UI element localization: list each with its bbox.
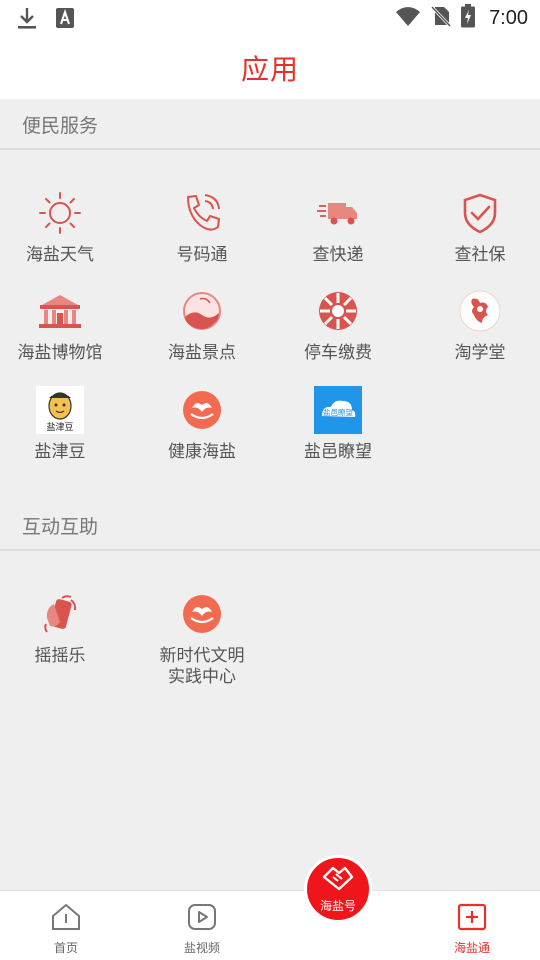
section-header-services: 便民服务 — [0, 99, 540, 150]
battery-charging-icon — [461, 4, 476, 32]
phone-icon — [178, 189, 226, 237]
nav-item-haiyantong[interactable]: 海盐通 — [412, 891, 532, 960]
nav-label: 盐视频 — [183, 941, 220, 955]
app-item-shake[interactable]: 摇摇乐 — [0, 590, 120, 667]
status-time: 7:00 — [489, 6, 528, 29]
plus-box-icon — [457, 903, 487, 935]
app-item-parking[interactable]: 停车缴费 — [278, 287, 398, 364]
app-item-express[interactable]: 查快递 — [278, 189, 398, 266]
app-label: 海盐景点 — [168, 343, 236, 363]
no-sim-icon — [430, 5, 452, 31]
nav-label: 海盐通 — [453, 941, 490, 955]
parking-wheel-icon — [314, 287, 362, 335]
download-icon — [16, 6, 38, 34]
app-item-taoxuetang[interactable]: 淘学堂 — [420, 287, 540, 364]
app-item-museum[interactable]: 海盐博物馆 — [0, 287, 120, 364]
font-a-icon — [56, 8, 74, 32]
app-item-yanjindou[interactable]: 盐津豆 盐津豆 — [0, 386, 120, 463]
app-label: 海盐博物馆 — [17, 343, 103, 363]
app-item-civilization[interactable]: 新时代文明实践中心 — [142, 590, 262, 688]
home-icon — [51, 903, 81, 935]
section-header-interaction: 互动互助 — [0, 500, 540, 551]
app-label: 盐津豆 — [34, 442, 86, 462]
sun-icon — [36, 189, 84, 237]
app-item-health[interactable]: 健康海盐 — [142, 386, 262, 463]
nav-item-video[interactable]: 盐视频 — [142, 891, 262, 960]
app-item-scenic[interactable]: 海盐景点 — [142, 287, 262, 364]
bottom-nav: 首页 盐视频 海盐通 — [0, 890, 540, 960]
app-item-yanyi[interactable]: 盐邑瞭望 盐邑瞭望 — [278, 386, 398, 463]
section-title: 便民服务 — [22, 115, 99, 137]
svg-text:盐津豆: 盐津豆 — [46, 421, 73, 433]
video-play-icon — [187, 903, 217, 935]
page-title: 应用 — [240, 52, 299, 86]
yanyi-liaowang-icon: 盐邑瞭望 — [314, 386, 362, 434]
app-label: 停车缴费 — [304, 343, 372, 363]
yanjindou-logo-icon: 盐津豆 — [36, 386, 84, 434]
nav-label: 首页 — [53, 941, 78, 955]
civilization-center-icon — [178, 590, 226, 638]
museum-icon — [36, 287, 84, 335]
svg-text:盐邑瞭望: 盐邑瞭望 — [323, 407, 353, 417]
app-label: 新时代文明实践中心 — [159, 646, 245, 687]
title-bar: 应用 — [0, 36, 540, 99]
handshake-icon — [321, 865, 355, 895]
app-item-social-security[interactable]: 查社保 — [420, 189, 540, 266]
section-title: 互动互助 — [22, 516, 99, 538]
app-label: 查社保 — [454, 245, 506, 265]
app-item-weather[interactable]: 海盐天气 — [0, 189, 120, 266]
app-label: 健康海盐 — [168, 442, 236, 462]
app-label: 盐邑瞭望 — [304, 442, 372, 462]
status-bar: 7:00 — [0, 0, 540, 36]
delivery-truck-icon — [314, 189, 362, 237]
taoxuetang-logo-icon — [456, 287, 504, 335]
nav-label: 海盐号 — [319, 898, 356, 913]
nav-item-home[interactable]: 首页 — [6, 891, 126, 960]
wifi-icon — [395, 5, 421, 31]
app-label: 摇摇乐 — [34, 646, 86, 666]
scenic-spot-icon — [178, 287, 226, 335]
nav-item-haiyanhao[interactable]: 海盐号 — [304, 855, 372, 923]
shield-check-icon — [456, 189, 504, 237]
app-label: 淘学堂 — [454, 343, 506, 363]
shake-phone-icon — [36, 590, 84, 638]
app-label: 号码通 — [176, 245, 228, 265]
app-label: 海盐天气 — [26, 245, 94, 265]
health-haiyan-icon — [178, 386, 226, 434]
app-item-phone[interactable]: 号码通 — [142, 189, 262, 266]
app-label: 查快递 — [312, 245, 364, 265]
